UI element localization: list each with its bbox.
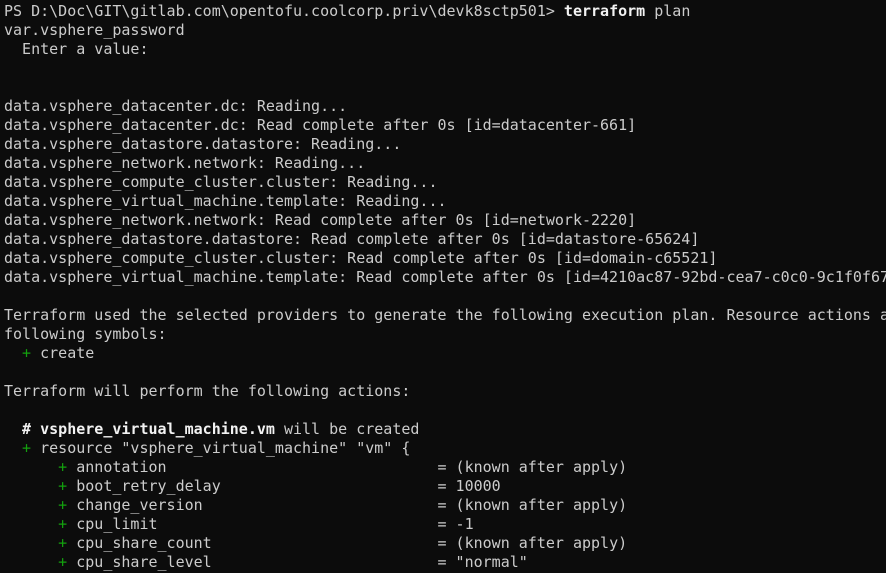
attribute-value: = (known after apply) (437, 534, 628, 552)
attribute-line: + change_version = (known after apply) (4, 496, 886, 515)
read-line: data.vsphere_datacenter.dc: Reading... (4, 97, 348, 115)
create-label: create (40, 344, 95, 362)
read-line: data.vsphere_datacenter.dc: Read complet… (4, 116, 637, 134)
comment-resource: vsphere_virtual_machine.vm (40, 420, 275, 438)
attribute-name: cpu_limit (76, 515, 438, 533)
comment-rest: will be created (274, 420, 420, 438)
attribute-value: = -1 (437, 515, 474, 533)
command-args: plan (645, 2, 691, 20)
read-line: data.vsphere_datastore.datastore: Readin… (4, 135, 402, 153)
attribute-name: boot_retry_delay (76, 477, 438, 495)
attribute-value: = (known after apply) (437, 496, 628, 514)
providers-line: Terraform used the selected providers to… (4, 306, 886, 324)
attribute-value: = (known after apply) (437, 458, 628, 476)
read-line: data.vsphere_virtual_machine.template: R… (4, 268, 886, 286)
resource-decl-line: + resource "vsphere_virtual_machine" "vm… (4, 439, 886, 458)
actions-line: Terraform will perform the following act… (4, 382, 411, 400)
plus-symbol: + (4, 534, 77, 552)
plus-symbol: + (4, 344, 41, 362)
read-line: data.vsphere_datastore.datastore: Read c… (4, 230, 700, 248)
create-symbol-line: + create (4, 344, 886, 363)
var-name-line: var.vsphere_password (4, 21, 185, 39)
attribute-line: + cpu_limit = -1 (4, 515, 886, 534)
var-prompt-line: Enter a value: (4, 40, 149, 58)
plus-symbol: + (4, 439, 41, 457)
plus-symbol: + (4, 553, 77, 571)
attribute-name: cpu_share_count (76, 534, 438, 552)
attribute-name: cpu_share_level (76, 553, 438, 571)
plus-symbol: + (4, 515, 77, 533)
read-line: data.vsphere_network.network: Read compl… (4, 211, 637, 229)
read-line: data.vsphere_virtual_machine.template: R… (4, 192, 447, 210)
plus-symbol: + (4, 477, 77, 495)
resource-declaration: resource "vsphere_virtual_machine" "vm" … (40, 439, 411, 457)
attribute-name: annotation (76, 458, 438, 476)
attribute-line: + cpu_share_count = (known after apply) (4, 534, 886, 553)
attribute-name: change_version (76, 496, 438, 514)
attribute-line: + cpu_share_level = "normal" (4, 553, 886, 572)
attribute-value: = 10000 (437, 477, 501, 495)
plus-symbol: + (4, 458, 77, 476)
comment-hash: # (4, 420, 41, 438)
terminal-window[interactable]: PS D:\Doc\GIT\gitlab.com\opentofu.coolco… (0, 0, 886, 573)
providers-line: following symbols: (4, 325, 167, 343)
command-terraform: terraform (563, 2, 646, 20)
plus-symbol: + (4, 496, 77, 514)
prompt-line: PS D:\Doc\GIT\gitlab.com\opentofu.coolco… (4, 2, 886, 21)
attribute-line: + boot_retry_delay = 10000 (4, 477, 886, 496)
read-line: data.vsphere_compute_cluster.cluster: Re… (4, 249, 718, 267)
read-line: data.vsphere_network.network: Reading... (4, 154, 366, 172)
attribute-value: = "normal" (437, 553, 528, 571)
read-line: data.vsphere_compute_cluster.cluster: Re… (4, 173, 438, 191)
resource-comment-line: # vsphere_virtual_machine.vm will be cre… (4, 420, 886, 439)
attribute-line: + annotation = (known after apply) (4, 458, 886, 477)
prompt-path: PS D:\Doc\GIT\gitlab.com\opentofu.coolco… (4, 2, 564, 20)
